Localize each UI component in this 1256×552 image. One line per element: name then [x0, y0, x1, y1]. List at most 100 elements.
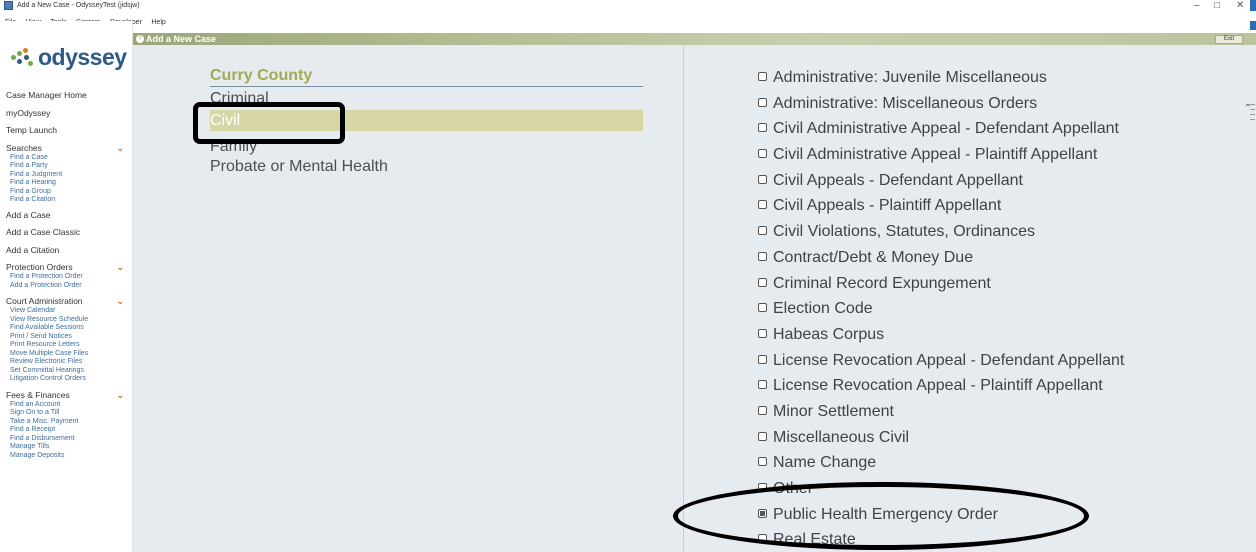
- sidebar-link-find-a-case[interactable]: Find a Case: [6, 154, 128, 163]
- page-title: Add a New Case: [146, 34, 217, 44]
- window-titlebar: Add a New Case - OdysseyTest (jidsjw) – …: [0, 0, 1256, 11]
- menu-bar: File View Tools Centers Developer Help: [0, 11, 1256, 26]
- highlight-ellipse: [673, 482, 1089, 550]
- case-type-label: Civil Appeals - Plaintiff Appellant: [773, 197, 1002, 215]
- case-type-item[interactable]: Civil Administrative Appeal - Defendant …: [758, 116, 1238, 142]
- close-button[interactable]: ✕: [1236, 0, 1244, 11]
- case-type-item[interactable]: Habeas Corpus: [758, 322, 1238, 348]
- checkbox-icon[interactable]: [758, 431, 767, 441]
- sidebar-link-set-committal-hearings[interactable]: Set Committal Hearings: [6, 367, 128, 376]
- maximize-button[interactable]: □: [1214, 0, 1220, 11]
- case-type-item[interactable]: Miscellaneous Civil: [758, 425, 1238, 451]
- sidebar-link-take-misc-payment[interactable]: Take a Misc. Payment: [6, 418, 128, 427]
- checkbox-icon[interactable]: [758, 405, 767, 415]
- chevron-down-icon[interactable]: ⌄: [116, 262, 124, 273]
- chevron-down-icon[interactable]: ⌄: [116, 296, 124, 307]
- checkbox-icon[interactable]: [758, 303, 767, 313]
- case-type-list: Administrative: Juvenile Miscellaneous Ad…: [758, 65, 1238, 552]
- case-type-item[interactable]: Election Code: [758, 296, 1238, 322]
- case-type-item[interactable]: License Revocation Appeal - Defendant Ap…: [758, 348, 1238, 374]
- case-type-label: Civil Administrative Appeal - Plaintiff …: [773, 146, 1098, 164]
- case-type-label: Civil Appeals - Defendant Appellant: [773, 171, 1023, 189]
- sidebar-link-find-a-receipt[interactable]: Find a Receipt: [6, 426, 128, 435]
- case-type-item[interactable]: Contract/Debt & Money Due: [758, 245, 1238, 271]
- case-type-item[interactable]: Name Change: [758, 450, 1238, 476]
- exit-button[interactable]: Exit: [1215, 35, 1243, 44]
- checkbox-icon[interactable]: [758, 97, 767, 107]
- sidebar-link-view-calendar[interactable]: View Calendar: [6, 307, 128, 316]
- sidebar-item-case-manager-home[interactable]: Case Manager Home: [6, 87, 128, 105]
- sidebar-link-find-a-citation[interactable]: Find a Citation: [6, 196, 128, 205]
- sidebar-section-label: Fees & Finances: [6, 389, 70, 400]
- sidebar-section-fees-finances[interactable]: Fees & Finances ⌄: [6, 390, 128, 401]
- case-type-item[interactable]: Minor Settlement: [758, 399, 1238, 425]
- case-type-item[interactable]: Administrative: Miscellaneous Orders: [758, 91, 1238, 117]
- checkbox-icon[interactable]: [758, 328, 767, 338]
- sidebar-link-find-a-judgment[interactable]: Find a Judgment: [6, 171, 128, 180]
- case-type-item[interactable]: Civil Violations, Statutes, Ordinances: [758, 219, 1238, 245]
- sidebar-link-view-resource-schedule[interactable]: View Resource Schedule: [6, 316, 128, 325]
- checkbox-icon[interactable]: [758, 277, 767, 287]
- checkbox-icon[interactable]: [758, 72, 767, 81]
- case-type-item[interactable]: License Revocation Appeal - Plaintiff Ap…: [758, 373, 1238, 399]
- sidebar-link-find-a-disbursement[interactable]: Find a Disbursement: [6, 435, 128, 444]
- checkbox-icon[interactable]: [758, 226, 767, 236]
- sidebar-link-move-multiple-case-files[interactable]: Move Multiple Case Files: [6, 350, 128, 359]
- sidebar-link-manage-deposits[interactable]: Manage Deposits: [6, 452, 128, 461]
- sidebar-item-add-a-case-classic[interactable]: Add a Case Classic: [6, 224, 128, 242]
- sidebar-link-add-protection-order[interactable]: Add a Protection Order: [6, 282, 128, 291]
- sidebar-item-add-a-citation[interactable]: Add a Citation: [6, 242, 128, 260]
- sidebar-link-find-available-sessions[interactable]: Find Available Sessions: [6, 324, 128, 333]
- scroll-strip: [1248, 100, 1256, 180]
- highlight-rectangle: [193, 102, 345, 144]
- sidebar-section-court-administration[interactable]: Court Administration ⌄: [6, 296, 128, 307]
- sidebar-section-searches[interactable]: Searches ⌄: [6, 143, 128, 154]
- case-type-item[interactable]: Criminal Record Expungement: [758, 271, 1238, 297]
- checkbox-icon[interactable]: [758, 174, 767, 184]
- case-type-item[interactable]: Civil Appeals - Defendant Appellant: [758, 168, 1238, 194]
- minimize-button[interactable]: –: [1194, 0, 1200, 11]
- sidebar-link-review-electronic-files[interactable]: Review Electronic Files: [6, 358, 128, 367]
- chevron-down-icon[interactable]: ⌄: [116, 143, 124, 154]
- sidebar-item-add-a-case[interactable]: Add a Case: [6, 207, 128, 225]
- sidebar-link-print-send-notices[interactable]: Print / Send Notices: [6, 333, 128, 342]
- sidebar-link-print-resource-letters[interactable]: Print Resource Letters: [6, 341, 128, 350]
- checkbox-icon[interactable]: [758, 354, 767, 364]
- case-type-item[interactable]: Civil Appeals - Plaintiff Appellant: [758, 193, 1238, 219]
- sidebar-link-find-an-account[interactable]: Find an Account: [6, 401, 128, 410]
- sidebar-section-label: Searches: [6, 142, 42, 153]
- odyssey-logo-text: odyssey: [38, 43, 127, 70]
- sidebar-link-find-a-hearing[interactable]: Find a Hearing: [6, 179, 128, 188]
- case-type-label: Civil Administrative Appeal - Defendant …: [773, 120, 1119, 138]
- case-type-label: License Revocation Appeal - Plaintiff Ap…: [773, 377, 1103, 395]
- sidebar-section-protection-orders[interactable]: Protection Orders ⌄: [6, 262, 128, 273]
- category-probate-mental-health[interactable]: Probate or Mental Health: [210, 156, 643, 177]
- sidebar-link-find-protection-order[interactable]: Find a Protection Order: [6, 273, 128, 282]
- chevron-down-icon[interactable]: ⌄: [116, 390, 124, 401]
- case-type-label: Administrative: Juvenile Miscellaneous: [773, 69, 1047, 86]
- sidebar-link-sign-on-to-a-till[interactable]: Sign On to a Till: [6, 409, 128, 418]
- case-type-item[interactable]: Administrative: Juvenile Miscellaneous: [758, 65, 1238, 91]
- menu-help[interactable]: Help: [151, 18, 165, 28]
- page-header: ? Add a New Case Exit: [133, 33, 1256, 45]
- panel-divider: [683, 45, 684, 552]
- checkbox-icon[interactable]: [758, 149, 767, 159]
- checkbox-icon[interactable]: [758, 457, 767, 467]
- case-type-label: Civil Violations, Statutes, Ordinances: [773, 223, 1036, 241]
- sidebar-item-temp-launch[interactable]: Temp Launch: [6, 122, 128, 140]
- checkbox-icon[interactable]: [758, 123, 767, 133]
- checkbox-icon[interactable]: [758, 251, 767, 261]
- odyssey-logo[interactable]: odyssey: [11, 43, 127, 71]
- case-type-label: Habeas Corpus: [773, 325, 885, 343]
- sidebar-link-find-a-party[interactable]: Find a Party: [6, 162, 128, 171]
- sidebar-link-manage-tills[interactable]: Manage Tills: [6, 443, 128, 452]
- sidebar-section-label: Court Administration: [6, 296, 83, 306]
- case-type-item[interactable]: Civil Administrative Appeal - Plaintiff …: [758, 142, 1238, 168]
- help-icon[interactable]: ?: [136, 35, 144, 43]
- checkbox-icon[interactable]: [758, 380, 767, 390]
- sidebar-link-litigation-control-orders[interactable]: Litigation Control Orders: [6, 375, 128, 384]
- app-icon: [4, 1, 13, 10]
- sidebar-item-myodyssey[interactable]: myOdyssey: [6, 105, 128, 123]
- sidebar-link-find-a-group[interactable]: Find a Group: [6, 188, 128, 197]
- checkbox-icon[interactable]: [758, 200, 767, 210]
